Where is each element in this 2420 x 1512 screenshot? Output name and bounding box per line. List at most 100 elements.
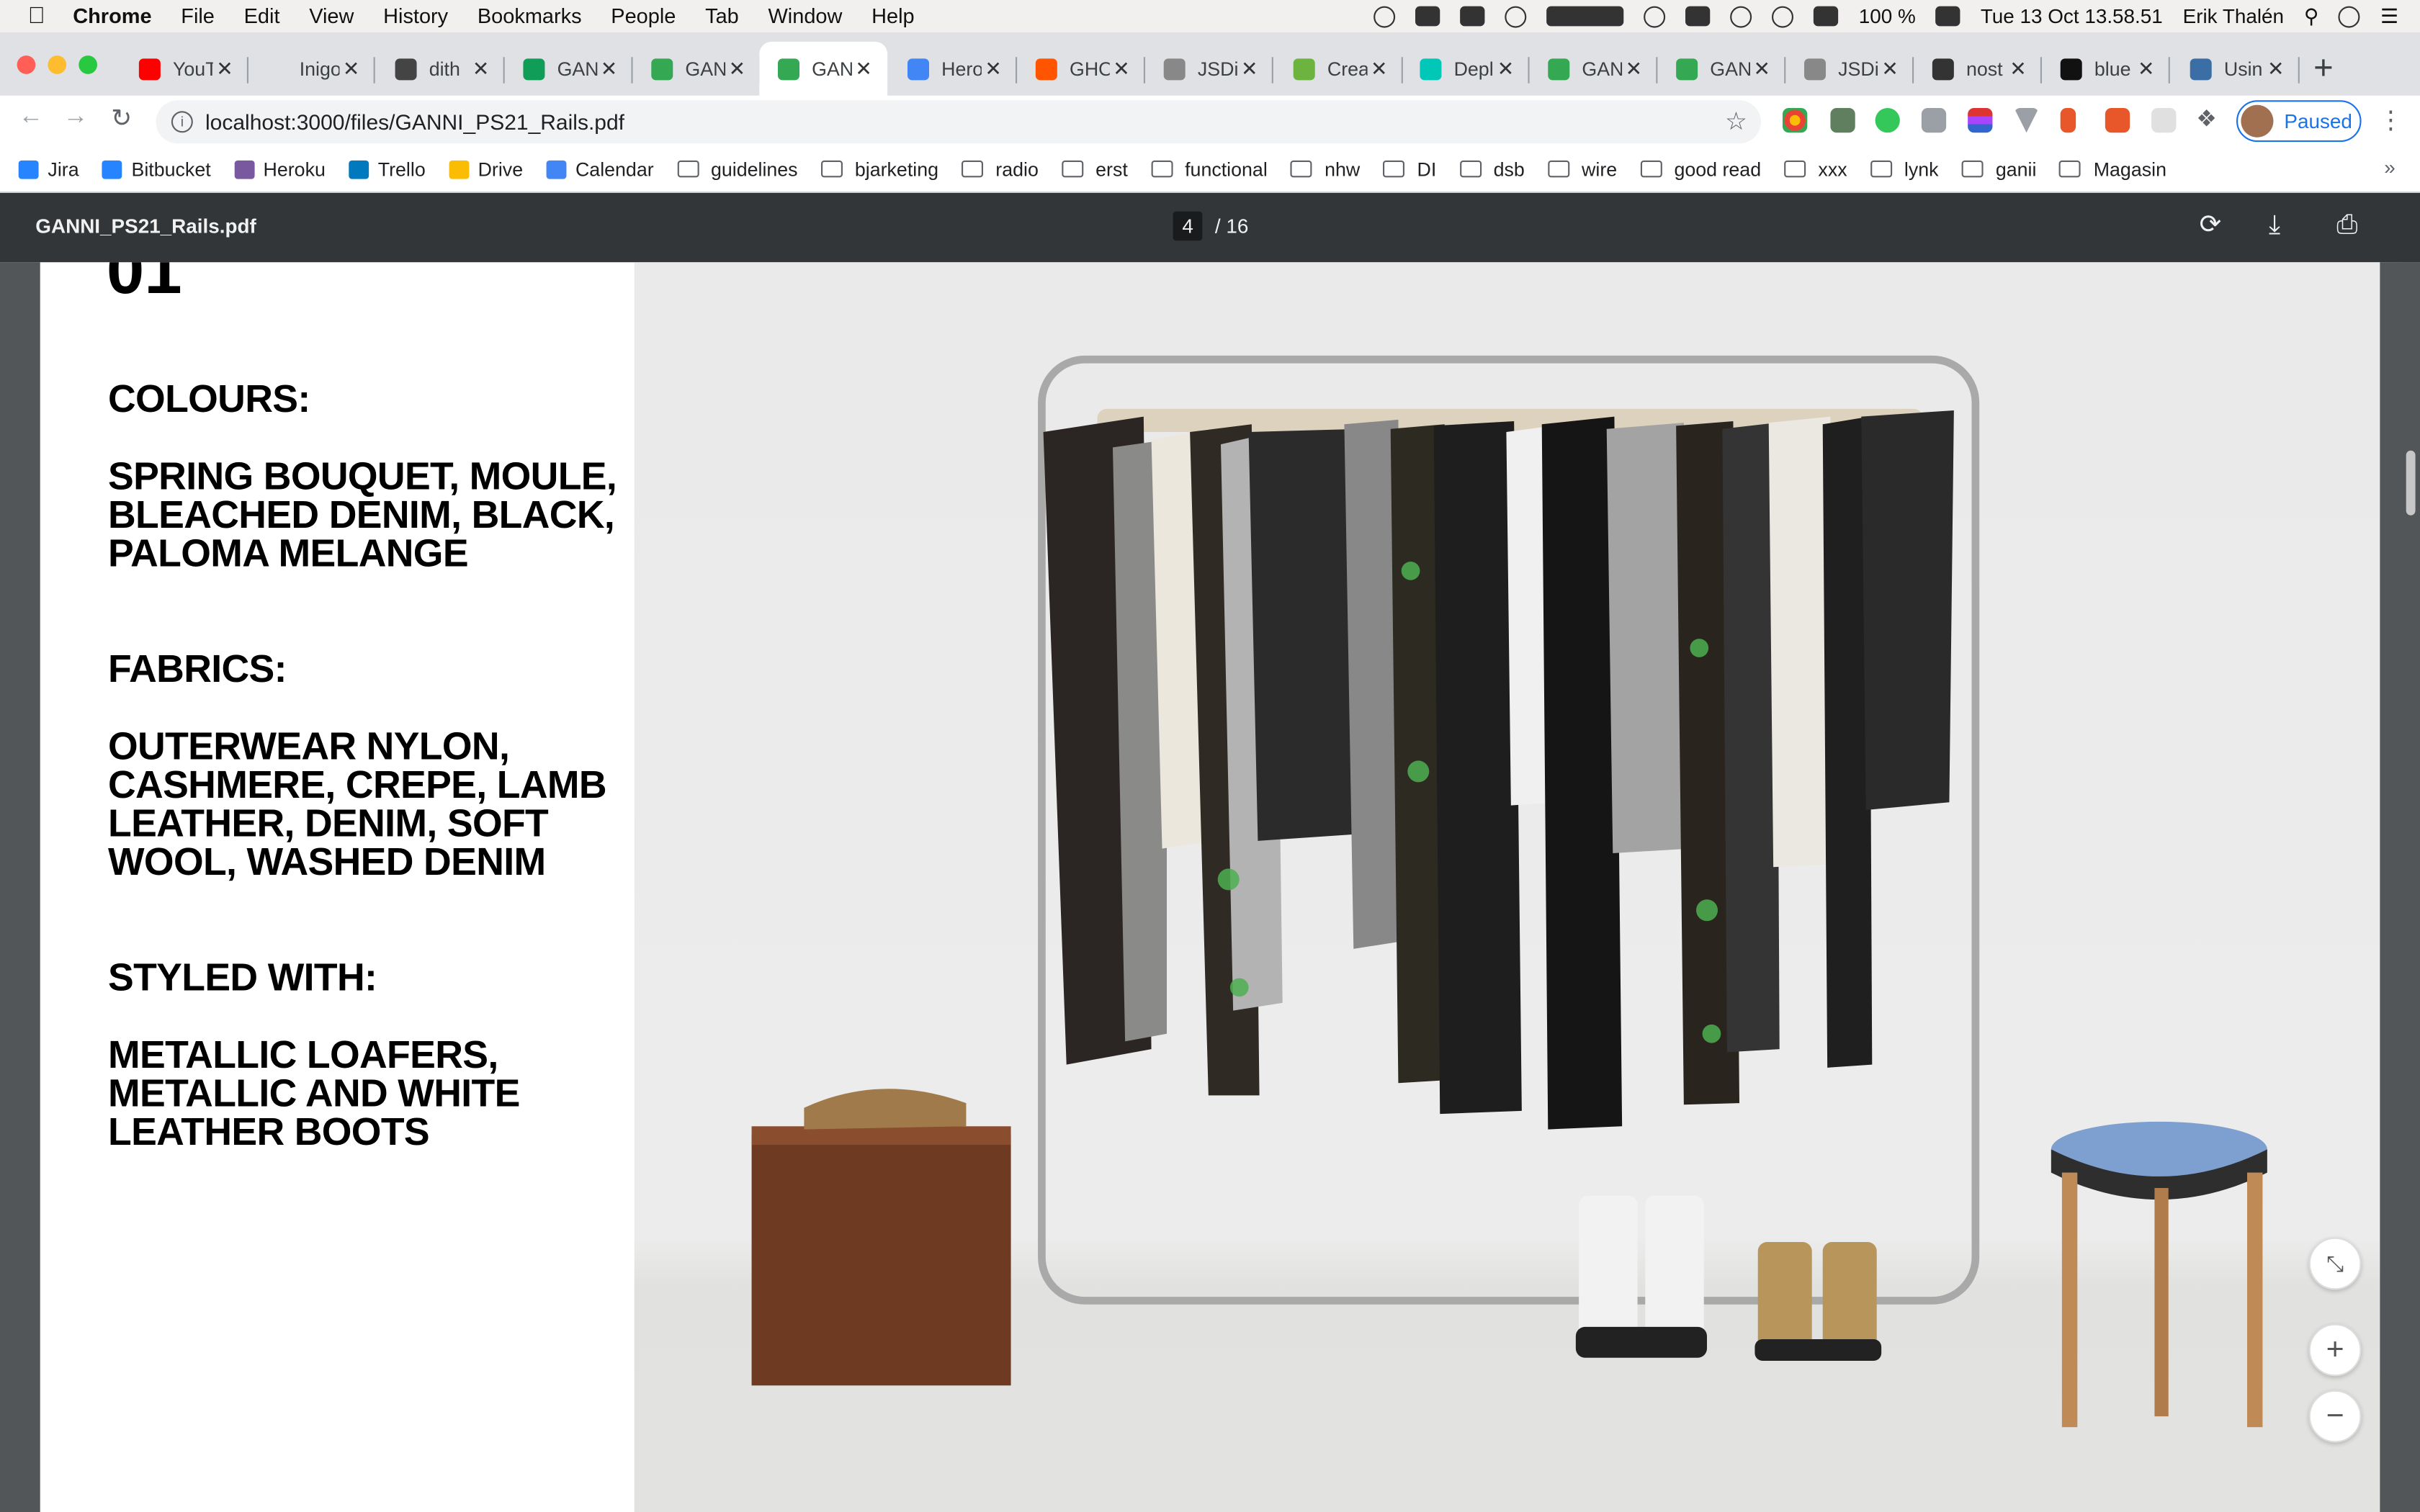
browser-tab[interactable]: Hero ✕ (889, 42, 1018, 96)
vpn-icon[interactable] (1644, 5, 1666, 27)
browser-tab[interactable]: GAN ✕ (759, 41, 888, 96)
bookmark-item[interactable]: Drive (448, 158, 523, 180)
user-name[interactable]: Erik Thalén (2183, 4, 2284, 27)
search-icon[interactable]: ⚲ (2304, 4, 2318, 28)
extension-icon[interactable] (1830, 108, 1855, 133)
browser-tab[interactable]: JSDi ✕ (1145, 42, 1273, 96)
browser-tab[interactable]: GAN ✕ (505, 42, 633, 96)
browser-tab[interactable]: YouT ✕ (120, 42, 248, 96)
wifi-icon[interactable] (1772, 5, 1794, 27)
clock[interactable]: Tue 13 Oct 13.58.51 (1981, 4, 2163, 27)
status-icon[interactable] (1505, 5, 1528, 27)
battery-icon[interactable] (1935, 6, 1960, 27)
bookmark-item[interactable]: Trello (349, 158, 426, 180)
scrollbar-thumb[interactable] (2406, 450, 2416, 516)
bookmark-item[interactable]: Jira (18, 158, 79, 180)
menu-file[interactable]: File (181, 4, 215, 27)
menu-view[interactable]: View (309, 4, 354, 27)
menu-tab[interactable]: Tab (705, 4, 739, 27)
close-tab-icon[interactable]: ✕ (2009, 56, 2026, 81)
close-tab-icon[interactable]: ✕ (1881, 56, 1898, 81)
browser-tab[interactable]: GAN ✕ (1530, 42, 1658, 96)
profile-button[interactable]: Paused (2236, 100, 2362, 143)
extension-icon[interactable] (1968, 108, 1993, 133)
browser-tab[interactable]: GAN ✕ (1657, 42, 1786, 96)
menu-window[interactable]: Window (768, 4, 843, 27)
siri-icon[interactable] (2339, 5, 2361, 27)
download-icon[interactable]: ⤓ (2269, 210, 2280, 240)
bookmark-item[interactable]: good read (1640, 158, 1761, 180)
minimize-window-icon[interactable] (48, 55, 67, 74)
close-tab-icon[interactable]: ✕ (216, 56, 233, 81)
close-window-icon[interactable] (17, 55, 36, 74)
browser-tab[interactable]: Depl ✕ (1402, 42, 1530, 96)
reload-icon[interactable]: ↻ (111, 104, 132, 135)
timer-icon[interactable] (1546, 6, 1625, 27)
extension-icon[interactable] (1783, 108, 1808, 133)
close-tab-icon[interactable]: ✕ (1497, 56, 1514, 81)
browser-tab[interactable]: blue ✕ (2042, 42, 2170, 96)
bookmark-item[interactable]: guidelines (676, 158, 798, 180)
extension-icon[interactable] (2151, 108, 2177, 133)
close-tab-icon[interactable]: ✕ (601, 56, 617, 81)
bookmark-item[interactable]: radio (962, 158, 1039, 180)
extension-icon[interactable] (2014, 108, 2039, 133)
back-icon[interactable]: ← (19, 104, 43, 132)
close-tab-icon[interactable]: ✕ (1371, 56, 1387, 81)
bookmark-item[interactable]: ganii (1961, 158, 2036, 180)
close-tab-icon[interactable]: ✕ (472, 56, 489, 81)
menu-history[interactable]: History (383, 4, 448, 27)
extension-icon[interactable] (1875, 108, 1900, 133)
close-tab-icon[interactable]: ✕ (1241, 56, 1258, 81)
extension-icon[interactable] (2105, 108, 2130, 133)
bookmark-item[interactable]: erst (1062, 158, 1128, 180)
airplay-icon[interactable] (1685, 6, 1711, 27)
close-tab-icon[interactable]: ✕ (1113, 56, 1129, 81)
bookmark-item[interactable]: Calendar (546, 158, 654, 180)
close-tab-icon[interactable]: ✕ (985, 56, 1001, 81)
new-tab-button[interactable]: + (2313, 48, 2334, 88)
status-icon[interactable] (1373, 5, 1396, 27)
close-tab-icon[interactable]: ✕ (1626, 56, 1642, 81)
menu-edit[interactable]: Edit (244, 4, 280, 27)
bookmark-item[interactable]: xxx (1784, 158, 1847, 180)
camera-extension-icon[interactable] (1921, 108, 1947, 133)
bluetooth-icon[interactable] (1730, 5, 1752, 27)
browser-tab[interactable]: dith ✕ (377, 42, 505, 96)
browser-tab[interactable]: GHO ✕ (1017, 42, 1145, 96)
extension-icon[interactable] (2060, 108, 2076, 133)
browser-tab[interactable]: Usin ✕ (2172, 42, 2300, 96)
browser-tab[interactable]: Inigo ✕ (247, 42, 375, 96)
menu-app[interactable]: Chrome (73, 4, 151, 27)
bookmark-star-icon[interactable]: ☆ (1725, 107, 1747, 138)
close-tab-icon[interactable]: ✕ (729, 56, 745, 81)
maximize-window-icon[interactable] (79, 55, 97, 74)
bookmark-item[interactable]: Magasin (2059, 158, 2166, 180)
bookmark-item[interactable]: lynk (1870, 158, 1939, 180)
menu-bookmarks[interactable]: Bookmarks (478, 4, 582, 27)
docker-icon[interactable] (1415, 6, 1441, 27)
close-tab-icon[interactable]: ✕ (2138, 56, 2154, 81)
close-tab-icon[interactable]: ✕ (1753, 56, 1770, 81)
page-number-input[interactable]: 4 (1173, 211, 1203, 241)
close-tab-icon[interactable]: ✕ (343, 56, 359, 81)
menu-help[interactable]: Help (871, 4, 914, 27)
bookmark-item[interactable]: bjarketing (820, 158, 938, 180)
browser-tab[interactable]: nost ✕ (1914, 42, 2042, 96)
more-menu-icon[interactable]: ⋮ (2378, 105, 2403, 136)
bookmarks-overflow-icon[interactable]: » (2384, 156, 2396, 179)
print-icon[interactable]: ⎙ (2336, 210, 2357, 240)
forward-icon[interactable]: → (63, 104, 88, 132)
bookmark-item[interactable]: Bitbucket (102, 158, 211, 180)
address-bar[interactable]: i localhost:3000/files/GANNI_PS21_Rails.… (156, 100, 1762, 144)
bookmark-item[interactable]: Heroku (233, 158, 326, 180)
pdf-scrollbar[interactable] (2401, 262, 2420, 1512)
zoom-in-button[interactable]: + (2308, 1323, 2362, 1377)
bookmark-item[interactable]: functional (1150, 158, 1268, 180)
dropbox-icon[interactable] (1460, 6, 1486, 27)
browser-tab[interactable]: JSDi ✕ (1785, 42, 1914, 96)
bookmark-item[interactable]: DI (1383, 158, 1436, 180)
rotate-icon[interactable]: ⟳ (2200, 210, 2222, 240)
volume-icon[interactable] (1814, 6, 1839, 27)
menu-people[interactable]: People (611, 4, 676, 27)
